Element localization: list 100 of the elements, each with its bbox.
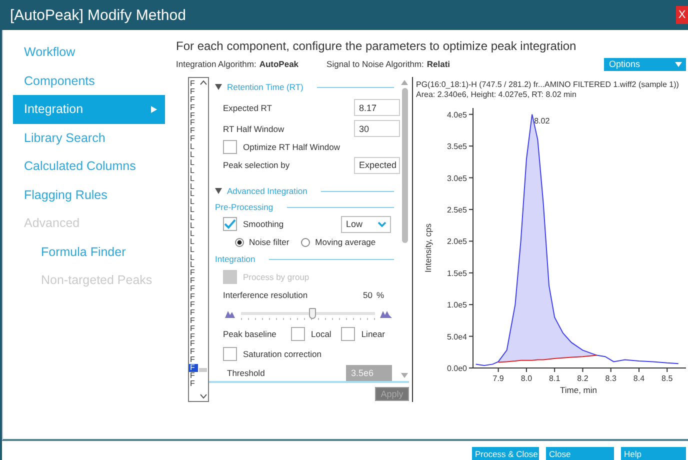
scroll-thumb[interactable]	[199, 368, 207, 372]
caret-icon	[151, 106, 157, 113]
checkbox[interactable]	[341, 327, 356, 341]
unit-text: %	[376, 290, 384, 300]
checkbox-label: Local	[311, 329, 332, 339]
list-item[interactable]: L	[189, 261, 198, 270]
tick-label: 8.2	[577, 374, 588, 383]
chevron-down-icon	[675, 62, 682, 66]
list-item[interactable]: L	[189, 143, 198, 152]
list-item[interactable]: L	[189, 182, 198, 190]
list-item[interactable]: F	[189, 135, 198, 144]
slider-thumb[interactable]	[309, 308, 316, 319]
window-title: [AutoPeak] Modify Method	[10, 6, 186, 24]
list-item[interactable]: F	[189, 332, 198, 340]
peak-label: 8.02	[534, 116, 550, 126]
input-field[interactable]: 30	[354, 120, 400, 137]
tick-label: 1.0e5	[446, 300, 467, 310]
input-field[interactable]: Expected	[354, 156, 400, 174]
tick-label: 8.5	[662, 374, 673, 383]
checkbox[interactable]	[223, 347, 237, 361]
list-item[interactable]: L	[189, 246, 198, 254]
list-item[interactable]: L	[189, 254, 198, 262]
field-label: RT Half Window	[223, 124, 284, 134]
list-item[interactable]: F	[189, 324, 198, 332]
list-item[interactable]: L	[189, 158, 198, 167]
list-item[interactable]: L	[189, 206, 198, 214]
heading: For each component, configure the parameters to optimize peak integration	[176, 38, 578, 55]
tick-label: 8.3	[605, 374, 616, 383]
radio-label: Noise filter	[249, 237, 290, 247]
list-item[interactable]: F	[189, 127, 198, 136]
checkbox[interactable]	[223, 217, 237, 231]
list-item[interactable]: L	[189, 222, 198, 230]
info-text: Signal to Noise Algorithm: Relati	[326, 59, 450, 69]
field-label: Expected RT	[223, 102, 272, 112]
list-item[interactable]: F	[189, 364, 198, 372]
chart-title: PG(16:0_18:1)-H (747.5 / 281.2) fr...AMINO FILTERED 1.wiff2 (sample 1))	[416, 80, 680, 90]
list-item[interactable]: F	[189, 269, 198, 278]
checkbox[interactable]	[291, 327, 305, 341]
section-title: Advanced Integration	[227, 186, 308, 196]
list-item[interactable]: F	[189, 293, 198, 301]
list-item[interactable]: F	[189, 316, 198, 325]
checkbox[interactable]	[223, 140, 237, 154]
list-item[interactable]: F	[189, 348, 198, 356]
field-label: Peak baseline	[223, 329, 278, 339]
list-item[interactable]: F	[189, 300, 198, 309]
list-item[interactable]: F	[189, 356, 198, 364]
list-item[interactable]: F	[189, 88, 198, 96]
list-item[interactable]: F	[189, 119, 198, 128]
window-close-button[interactable]: X	[676, 6, 688, 24]
list-item[interactable]: F	[189, 308, 198, 317]
list-item[interactable]: L	[189, 190, 198, 198]
scroll-thumb[interactable]	[402, 88, 408, 243]
tick-label: 1.5e5	[446, 268, 467, 278]
list-item[interactable]: F	[189, 372, 198, 380]
checkbox-label: Smoothing	[243, 219, 285, 229]
list-item[interactable]: F	[189, 96, 198, 104]
axis-title: Intensity, cps	[423, 224, 433, 272]
list-item[interactable]: L	[189, 214, 198, 222]
tick-label: 8.1	[549, 374, 560, 383]
subsection-title: Pre-Processing	[215, 202, 274, 212]
list-item[interactable]: F	[189, 277, 198, 286]
tick-label: 4.0e5	[446, 110, 467, 120]
peaks-icon	[223, 310, 237, 318]
tick-label: 0.0e0	[446, 364, 467, 373]
axis-title: Time, min	[560, 385, 597, 395]
list-item[interactable]: F	[189, 80, 198, 88]
list-item[interactable]: L	[189, 174, 198, 183]
list-item[interactable]: F	[189, 380, 198, 388]
radio-label: Moving average	[315, 237, 376, 247]
slider-track[interactable]	[241, 308, 375, 320]
list-item[interactable]: F	[189, 340, 198, 348]
input-field[interactable]: 8.17	[354, 99, 400, 116]
list-item[interactable]: F	[189, 112, 198, 120]
subsection-title: Integration	[215, 254, 256, 264]
tick-label: 3.0e5	[446, 174, 467, 183]
collapse-triangle-icon[interactable]	[215, 188, 222, 194]
scroll-down-icon[interactable]	[200, 394, 206, 399]
list-item[interactable]: L	[189, 198, 198, 206]
list-item[interactable]: L	[189, 238, 198, 246]
list-item[interactable]: F	[189, 104, 198, 112]
tick-label: 5.0e4	[446, 332, 467, 342]
peaks-icon	[379, 310, 393, 318]
tick-label: 3.5e5	[446, 142, 467, 152]
tick-label: 2.5e5	[446, 205, 467, 214]
field-label: Interference resolution	[223, 290, 309, 300]
list-item[interactable]: L	[189, 230, 198, 238]
chevron-down-icon	[378, 222, 386, 226]
radio-button[interactable]	[301, 238, 310, 246]
collapse-triangle-icon[interactable]	[215, 84, 222, 90]
list-item[interactable]: L	[189, 151, 198, 159]
list-item[interactable]: L	[189, 166, 198, 175]
field-label: Peak selection by	[223, 160, 290, 170]
section-title: Retention Time (RT)	[227, 82, 304, 92]
dropdown[interactable]: Low	[341, 216, 391, 232]
list-item[interactable]: F	[189, 285, 198, 294]
value-text: 50	[362, 290, 372, 300]
scroll-up-icon[interactable]	[200, 80, 206, 85]
tick-label: 8.0	[520, 374, 532, 383]
checkbox-label: Saturation correction	[243, 349, 322, 359]
radio-button[interactable]	[235, 238, 244, 246]
